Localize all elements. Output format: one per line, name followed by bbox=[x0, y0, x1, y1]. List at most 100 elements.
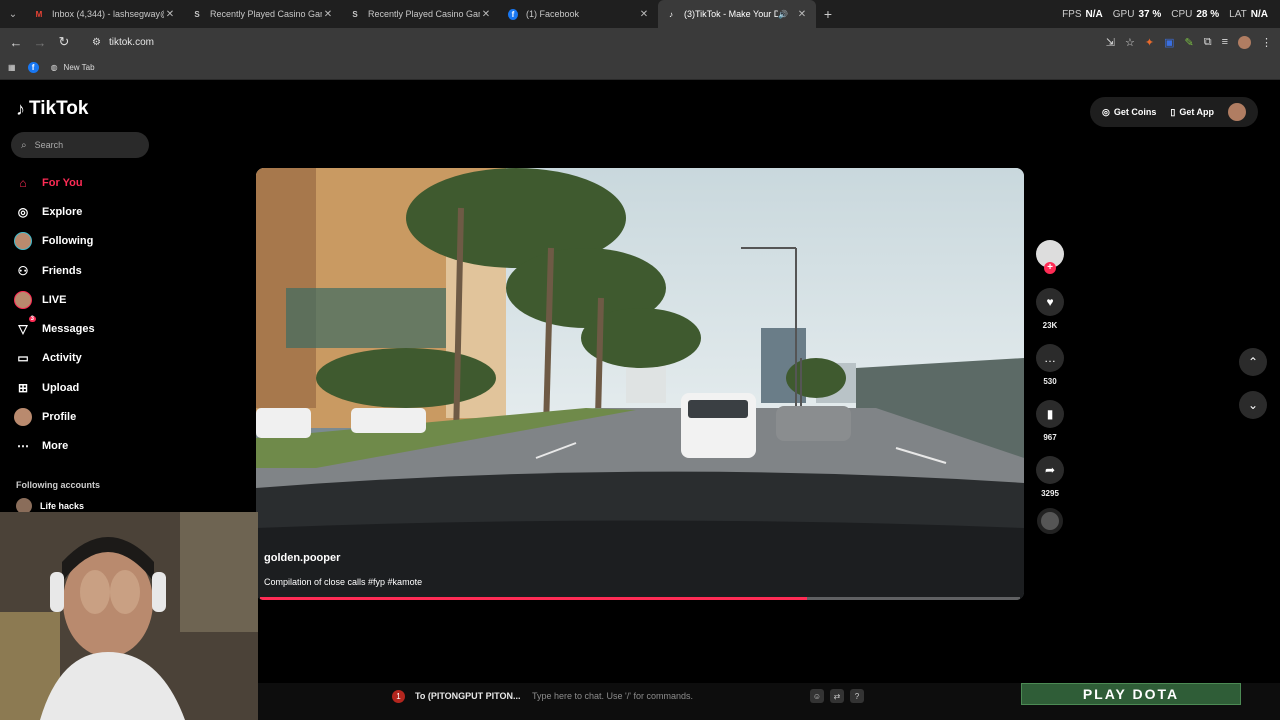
search-icon: ⌕ bbox=[21, 139, 27, 151]
sidebar-item-profile[interactable]: Profile bbox=[14, 402, 154, 431]
address-bar[interactable]: ⚙ tiktok.com bbox=[82, 31, 1082, 53]
install-icon[interactable]: ⇲ bbox=[1106, 36, 1115, 49]
back-icon[interactable]: ← bbox=[4, 35, 28, 50]
sidebar-item-upload[interactable]: ⊞ Upload bbox=[14, 373, 154, 402]
extension-icon[interactable]: ✎ bbox=[1185, 36, 1194, 49]
forward-icon[interactable]: → bbox=[28, 35, 52, 50]
avatar bbox=[14, 408, 32, 427]
sidebar-item-friends[interactable]: ⚇ Friends bbox=[14, 256, 154, 285]
sidebar-item-more[interactable]: ⋯ More bbox=[14, 432, 154, 461]
media-controls-icon[interactable]: ≡ bbox=[1222, 36, 1228, 48]
video-player[interactable]: golden.pooper Compilation of close calls… bbox=[256, 168, 1024, 600]
avatar[interactable] bbox=[1228, 103, 1246, 121]
sidebar-item-activity[interactable]: ▭ Activity bbox=[14, 344, 154, 373]
fps-stat: FPS N/A bbox=[1062, 8, 1103, 20]
gpu-stat: GPU 37 % bbox=[1112, 8, 1162, 20]
extension-icon[interactable]: ▣ bbox=[1164, 36, 1174, 49]
sidebar-item-label: Upload bbox=[42, 381, 80, 394]
apps-grid-icon[interactable]: ▦ bbox=[8, 63, 16, 72]
tab-title: Recently Played Casino Games bbox=[368, 9, 480, 19]
chat-input[interactable] bbox=[532, 686, 792, 706]
close-icon[interactable]: ✕ bbox=[638, 9, 650, 20]
phone-icon: ▯ bbox=[1170, 106, 1176, 117]
tab-casino-2[interactable]: S Recently Played Casino Games ✕ bbox=[342, 0, 500, 28]
messages-icon: ▽ 3 bbox=[18, 316, 36, 337]
sidebar-item-label: Activity bbox=[42, 352, 82, 365]
sidebar-item-messages[interactable]: ▽ 3 Messages bbox=[14, 314, 154, 343]
emoji-icon[interactable]: ☺ bbox=[810, 689, 824, 703]
close-icon[interactable]: ✕ bbox=[480, 9, 492, 20]
music-disc-icon[interactable] bbox=[1037, 508, 1063, 534]
activity-icon: ▭ bbox=[17, 351, 29, 366]
sidebar-item-label: Explore bbox=[42, 205, 83, 218]
comment-action[interactable]: … 530 bbox=[1035, 344, 1065, 386]
sidebar-item-following[interactable]: Following bbox=[14, 227, 154, 256]
search-input[interactable] bbox=[34, 140, 135, 150]
cpu-stat: CPU 28 % bbox=[1171, 8, 1220, 20]
close-icon[interactable]: ✕ bbox=[796, 9, 808, 20]
video-progress-bar[interactable] bbox=[260, 597, 1020, 600]
casino-s-icon: S bbox=[352, 9, 358, 19]
comment-icon[interactable]: … bbox=[1036, 344, 1064, 372]
video-author[interactable]: golden.pooper bbox=[264, 552, 340, 564]
url-text: tiktok.com bbox=[108, 36, 154, 48]
profile-avatar[interactable] bbox=[1238, 35, 1251, 49]
chat-tools: ☺ ⇄ ? bbox=[810, 689, 864, 703]
speaker-icon[interactable]: 🔊 bbox=[778, 10, 788, 19]
video-actions: + ♥ 23K … 530 ▮ 967 ➦ 3295 bbox=[1035, 240, 1065, 534]
facebook-icon[interactable]: f bbox=[27, 62, 39, 73]
close-icon[interactable]: ✕ bbox=[164, 9, 176, 20]
menu-kebab-icon[interactable]: ⋮ bbox=[1261, 36, 1272, 49]
browser-toolbar: ← → ↻ ⚙ tiktok.com ⇲ ☆ ✦ ▣ ✎ ⧉ ≡ ⋮ bbox=[0, 28, 1280, 56]
save-count: 967 bbox=[1043, 433, 1057, 442]
extension-icon[interactable]: ✦ bbox=[1145, 36, 1154, 49]
webcam-image bbox=[0, 512, 258, 720]
sidebar-nav: ⌂ For You ◎ Explore Following ⚇ Friends … bbox=[14, 168, 154, 461]
toolbar-icons: ⇲ ☆ ✦ ▣ ✎ ⧉ ≡ ⋮ bbox=[1106, 28, 1272, 56]
tab-gmail[interactable]: M Inbox (4,344) - lashsegway@gm ✕ bbox=[26, 0, 184, 28]
tiktok-logo[interactable]: ♪ TikTok bbox=[16, 98, 88, 120]
chevron-down-icon[interactable]: ⌄ bbox=[1239, 391, 1267, 419]
gmail-icon: M bbox=[35, 9, 43, 19]
new-tab-button[interactable]: + bbox=[816, 6, 840, 22]
like-action[interactable]: ♥ 23K bbox=[1035, 288, 1065, 330]
tab-casino-1[interactable]: S Recently Played Casino Games ✕ bbox=[184, 0, 342, 28]
bookmarks-bar: ▦ f ◍ New Tab bbox=[0, 56, 1280, 80]
tab-search-icon[interactable]: ⌄ bbox=[0, 0, 26, 28]
heart-icon[interactable]: ♥ bbox=[1036, 288, 1064, 316]
bookmark-icon[interactable]: ▮ bbox=[1036, 400, 1064, 428]
creator-avatar[interactable]: + bbox=[1036, 240, 1064, 274]
share-action[interactable]: ➦ 3295 bbox=[1035, 456, 1065, 498]
close-icon[interactable]: ✕ bbox=[322, 9, 334, 20]
share-icon[interactable]: ➦ bbox=[1036, 456, 1064, 484]
site-info-icon[interactable]: ⚙ bbox=[92, 37, 101, 48]
chat-count-badge: 1 bbox=[392, 690, 405, 703]
sidebar-item-label: More bbox=[42, 440, 69, 453]
upload-icon: ⊞ bbox=[17, 380, 29, 395]
get-app-button[interactable]: ▯ Get App bbox=[1170, 107, 1214, 118]
save-action[interactable]: ▮ 967 bbox=[1035, 400, 1065, 442]
play-dota-button[interactable]: PLAY DOTA bbox=[1021, 683, 1241, 705]
compass-icon: ◎ bbox=[17, 204, 29, 219]
tab-facebook[interactable]: f (1) Facebook ✕ bbox=[500, 0, 658, 28]
bookmark-star-icon[interactable]: ☆ bbox=[1125, 36, 1135, 49]
help-icon[interactable]: ? bbox=[850, 689, 864, 703]
extensions-puzzle-icon[interactable]: ⧉ bbox=[1204, 36, 1212, 49]
sidebar-item-explore[interactable]: ◎ Explore bbox=[14, 197, 154, 226]
reload-icon[interactable]: ↻ bbox=[52, 34, 76, 50]
sidebar-item-for-you[interactable]: ⌂ For You bbox=[14, 168, 154, 197]
sidebar-item-label: Following bbox=[42, 235, 94, 248]
sidebar-item-live[interactable]: LIVE bbox=[14, 285, 154, 314]
video-progress-fill bbox=[260, 597, 808, 600]
facebook-icon: f bbox=[508, 8, 518, 20]
bookmark-new-tab[interactable]: ◍ New Tab bbox=[51, 63, 95, 72]
friends-icon: ⚇ bbox=[17, 263, 29, 278]
chat-recipient[interactable]: To (PITONGPUT PITON... bbox=[415, 691, 521, 701]
follow-plus-icon[interactable]: + bbox=[1044, 262, 1056, 274]
tiktok-page: ♪ TikTok ⌕ ⌂ For You ◎ Explore Following… bbox=[0, 80, 1280, 720]
tab-tiktok[interactable]: ♪ (3)TikTok - Make Your Day 🔊 ✕ bbox=[658, 0, 816, 28]
get-coins-button[interactable]: ◎ Get Coins bbox=[1102, 107, 1156, 118]
bookmark-label: New Tab bbox=[63, 63, 95, 72]
chevron-up-icon[interactable]: ⌃ bbox=[1239, 348, 1267, 376]
translate-icon[interactable]: ⇄ bbox=[830, 689, 844, 703]
